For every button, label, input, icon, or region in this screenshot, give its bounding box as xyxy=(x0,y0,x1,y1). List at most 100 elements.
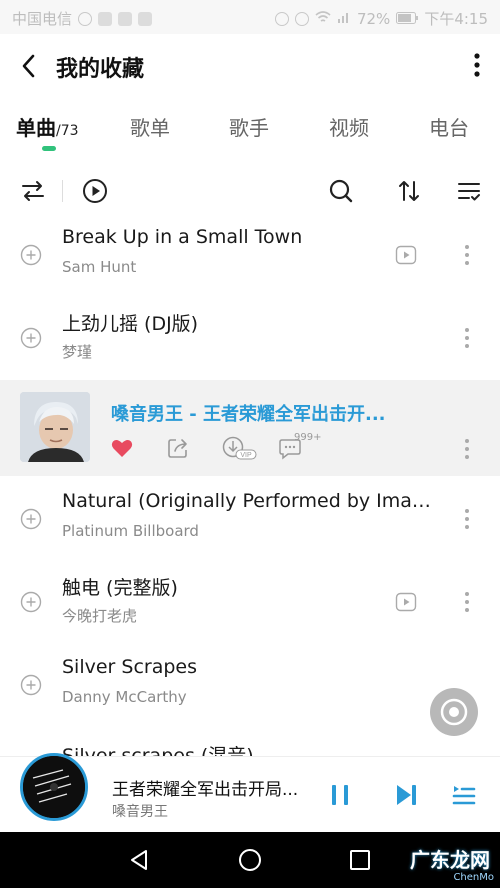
mv-icon[interactable] xyxy=(395,244,417,266)
more-options-button[interactable] xyxy=(472,50,482,80)
song-row[interactable]: Natural (Originally Performed by Imagi..… xyxy=(0,486,500,569)
watermark-sub: ChenMo xyxy=(453,872,494,883)
wifi-icon xyxy=(315,10,331,28)
comment-count: 999+ xyxy=(294,432,322,443)
vertical-dots-icon[interactable] xyxy=(462,325,472,351)
nav-back-button[interactable] xyxy=(126,846,154,874)
vertical-dots-icon[interactable] xyxy=(462,436,472,462)
song-artist: Platinum Billboard xyxy=(62,522,199,540)
now-playing-row[interactable]: 嗓音男王 - 王者荣耀全军出击开... VIP 999+ xyxy=(0,380,500,476)
battery-percent: 72% xyxy=(356,9,391,28)
next-button[interactable] xyxy=(392,781,420,809)
add-to-playlist-icon[interactable] xyxy=(20,244,42,266)
play-circle-icon xyxy=(83,179,107,203)
tab-bar: 单曲/73 歌单 歌手 视频 电台 xyxy=(0,104,500,154)
song-row[interactable]: Silver Scrapes Danny McCarthy xyxy=(0,652,500,735)
sort-icon xyxy=(399,181,419,201)
play-all-button[interactable] xyxy=(82,178,108,204)
nav-recents-button[interactable] xyxy=(346,846,374,874)
page-header: 我的收藏 xyxy=(0,34,500,98)
vertical-dots-icon[interactable] xyxy=(462,506,472,532)
floating-assistant-button[interactable] xyxy=(430,688,478,736)
vertical-dots-icon[interactable] xyxy=(462,589,472,615)
status-bar: 中国电信 72% 下午4:15 xyxy=(0,0,500,34)
nav-home-button[interactable] xyxy=(236,846,264,874)
song-count: /73 xyxy=(56,123,79,139)
add-to-playlist-icon[interactable] xyxy=(20,674,42,696)
status-left: 中国电信 xyxy=(12,8,153,29)
sort-button[interactable] xyxy=(396,178,422,204)
vertical-dots-icon[interactable] xyxy=(462,242,472,268)
tab-indicator xyxy=(42,146,56,151)
square-recents-icon xyxy=(350,850,370,870)
svg-text:VIP: VIP xyxy=(240,452,252,459)
clock: 下午4:15 xyxy=(424,10,488,28)
alarm-icon xyxy=(294,11,309,26)
tab-videos[interactable]: 视频 xyxy=(329,112,369,141)
tab-radio[interactable]: 电台 xyxy=(429,112,469,141)
notification-icon xyxy=(78,11,93,26)
list-check-icon xyxy=(458,183,480,201)
song-row[interactable]: Break Up in a Small Town Sam Hunt xyxy=(0,222,500,305)
add-to-playlist-icon[interactable] xyxy=(20,591,42,613)
app-notification-icon xyxy=(118,11,133,26)
tab-label: 单曲 xyxy=(16,116,56,140)
player-disc[interactable] xyxy=(20,753,88,821)
download-vip-icon: VIP xyxy=(222,436,257,460)
playlist-button[interactable] xyxy=(450,781,478,809)
song-artist: 今晚打老虎 xyxy=(62,607,138,625)
batch-manage-button[interactable] xyxy=(456,178,482,204)
watermark-logo: 广东龙网 xyxy=(410,848,490,872)
player-artist: 嗓音男王 xyxy=(112,804,168,820)
heart-icon xyxy=(111,440,133,457)
add-to-playlist-icon[interactable] xyxy=(20,327,42,349)
search-button[interactable] xyxy=(328,178,354,204)
signal-icon xyxy=(337,10,351,28)
mv-icon[interactable] xyxy=(395,591,417,613)
shuffle-button[interactable] xyxy=(20,178,46,204)
system-nav-bar: 广东龙网 ChenMo xyxy=(0,832,500,888)
page-title: 我的收藏 xyxy=(56,57,145,82)
song-title: 触电 (完整版) xyxy=(62,577,178,599)
vertical-dots-icon xyxy=(474,53,480,77)
song-row[interactable]: Silver scrapes (混音) xyxy=(0,735,500,756)
app-notification-icon xyxy=(98,11,113,26)
like-button[interactable] xyxy=(110,436,134,460)
list-toolbar xyxy=(0,168,500,214)
toolbar-divider xyxy=(62,180,63,202)
playing-song-title: 嗓音男王 - 王者荣耀全军出击开... xyxy=(111,404,386,425)
song-title: Silver Scrapes xyxy=(62,656,198,678)
battery-icon xyxy=(396,10,419,28)
triangle-back-icon xyxy=(131,850,147,870)
song-title: Silver scrapes (混音) xyxy=(62,745,254,756)
song-row[interactable]: 上劲儿摇 (DJ版) 梦瑾 xyxy=(0,305,500,388)
hd-icon xyxy=(274,11,289,26)
search-icon xyxy=(329,179,353,203)
chevron-left-icon xyxy=(22,54,35,78)
tab-label: 歌单 xyxy=(130,116,170,140)
mini-player[interactable]: 王者荣耀全军出击开局... 嗓音男王 xyxy=(0,753,500,832)
pause-icon xyxy=(332,785,348,805)
tab-playlists[interactable]: 歌单 xyxy=(130,112,170,141)
tab-label: 视频 xyxy=(329,116,369,140)
tab-singers[interactable]: 歌手 xyxy=(229,112,269,141)
avatar-photo xyxy=(20,392,90,462)
repeat-mode-icon xyxy=(22,181,44,201)
circle-home-icon xyxy=(239,849,261,871)
share-button[interactable] xyxy=(166,436,190,460)
status-right: 72% 下午4:15 xyxy=(274,8,488,29)
pause-button[interactable] xyxy=(326,781,354,809)
back-button[interactable] xyxy=(18,52,42,80)
carrier-label: 中国电信 xyxy=(12,10,73,28)
song-artist: Danny McCarthy xyxy=(62,688,187,706)
song-title: Natural (Originally Performed by Imagi..… xyxy=(62,490,434,512)
tab-songs[interactable]: 单曲/73 xyxy=(16,112,79,141)
share-icon xyxy=(168,439,187,458)
add-to-playlist-icon[interactable] xyxy=(20,508,42,530)
song-title: 上劲儿摇 (DJ版) xyxy=(62,313,199,335)
song-row[interactable]: 触电 (完整版) 今晚打老虎 xyxy=(0,569,500,652)
skip-next-icon xyxy=(397,785,416,805)
app-notification-icon xyxy=(138,11,153,26)
target-icon xyxy=(440,698,468,726)
download-button[interactable]: VIP xyxy=(222,436,258,460)
